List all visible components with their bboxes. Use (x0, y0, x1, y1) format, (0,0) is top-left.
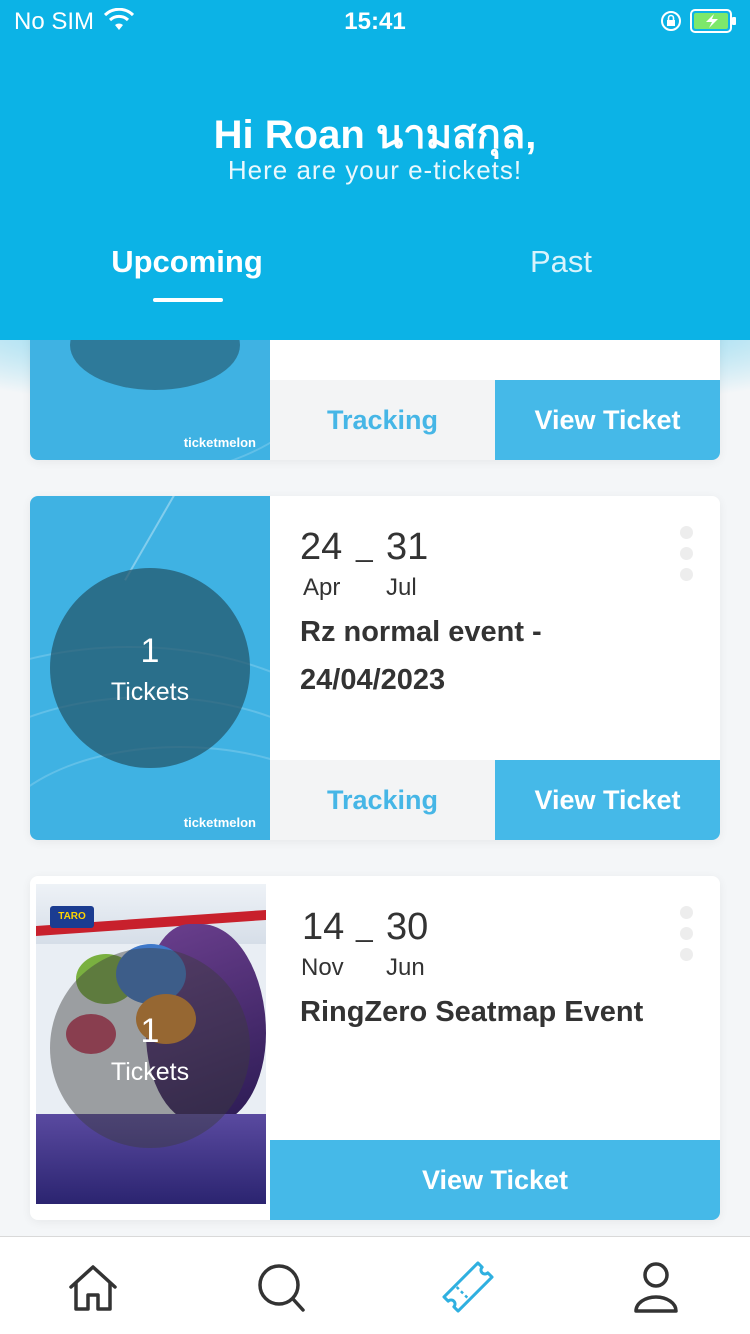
ticket-card[interactable]: 1 Tickets ticketmelon 24 _ 31 Apr Jul Rz… (30, 496, 720, 840)
profile-icon[interactable] (626, 1259, 686, 1315)
battery-icon (690, 9, 736, 33)
start-day: 24 (300, 526, 343, 568)
brand-label: ticketmelon (183, 435, 256, 450)
start-day: 14 (302, 906, 345, 948)
start-month: Apr (303, 574, 341, 601)
event-title: RingZero Seatmap Event (300, 996, 644, 1028)
poster-logo: TARO (50, 906, 94, 928)
status-time: 15:41 (344, 8, 406, 35)
date-separator: _ (356, 530, 373, 563)
view-ticket-button[interactable]: View Ticket (495, 760, 720, 840)
event-poster-image: TARO 1 Tickets (36, 884, 266, 1204)
status-bar: No SIM 15:41 (0, 0, 750, 40)
ticket-count-badge: 1 Tickets (50, 568, 250, 768)
date-separator: _ (356, 910, 373, 943)
home-icon[interactable] (63, 1259, 123, 1315)
end-month: Jun (386, 954, 425, 981)
tab-past[interactable]: Past (436, 244, 686, 280)
tickets-label: Tickets (110, 1058, 190, 1086)
view-ticket-button[interactable]: View Ticket (495, 380, 720, 460)
tracking-button[interactable]: Tracking (270, 380, 495, 460)
end-day: 30 (386, 906, 429, 948)
start-month: Nov (301, 954, 344, 981)
search-icon[interactable] (251, 1259, 311, 1315)
end-month: Jul (386, 574, 417, 601)
event-title: Rz normal event - 24/04/2023 (300, 616, 542, 696)
tickets-label: Tickets (110, 678, 190, 706)
ticket-count-badge: 1 Tickets (50, 948, 250, 1148)
ticket-count: 1 (140, 1012, 160, 1050)
tab-indicator (153, 298, 223, 302)
bottom-tab-bar (0, 1236, 750, 1334)
brand-label: ticketmelon (183, 815, 256, 830)
view-ticket-button[interactable]: View Ticket (270, 1140, 720, 1220)
tracking-button[interactable]: Tracking (270, 760, 495, 840)
tab-upcoming[interactable]: Upcoming (62, 244, 312, 280)
ticket-card[interactable]: TARO 1 Tickets 14 _ 30 Nov Jun RingZero … (30, 876, 720, 1220)
end-day: 31 (386, 526, 429, 568)
ticket-count: 1 (140, 632, 160, 670)
rotation-lock-icon (661, 11, 681, 31)
header: No SIM 15:41 Hi Roan นามสกุล, Here are y… (0, 0, 750, 340)
more-options-icon[interactable] (680, 526, 694, 589)
event-image: 1 Tickets ticketmelon (30, 496, 270, 840)
more-options-icon[interactable] (680, 906, 694, 969)
greeting-subtitle: Here are your e-tickets! (227, 155, 523, 185)
ticket-icon[interactable] (438, 1259, 498, 1315)
